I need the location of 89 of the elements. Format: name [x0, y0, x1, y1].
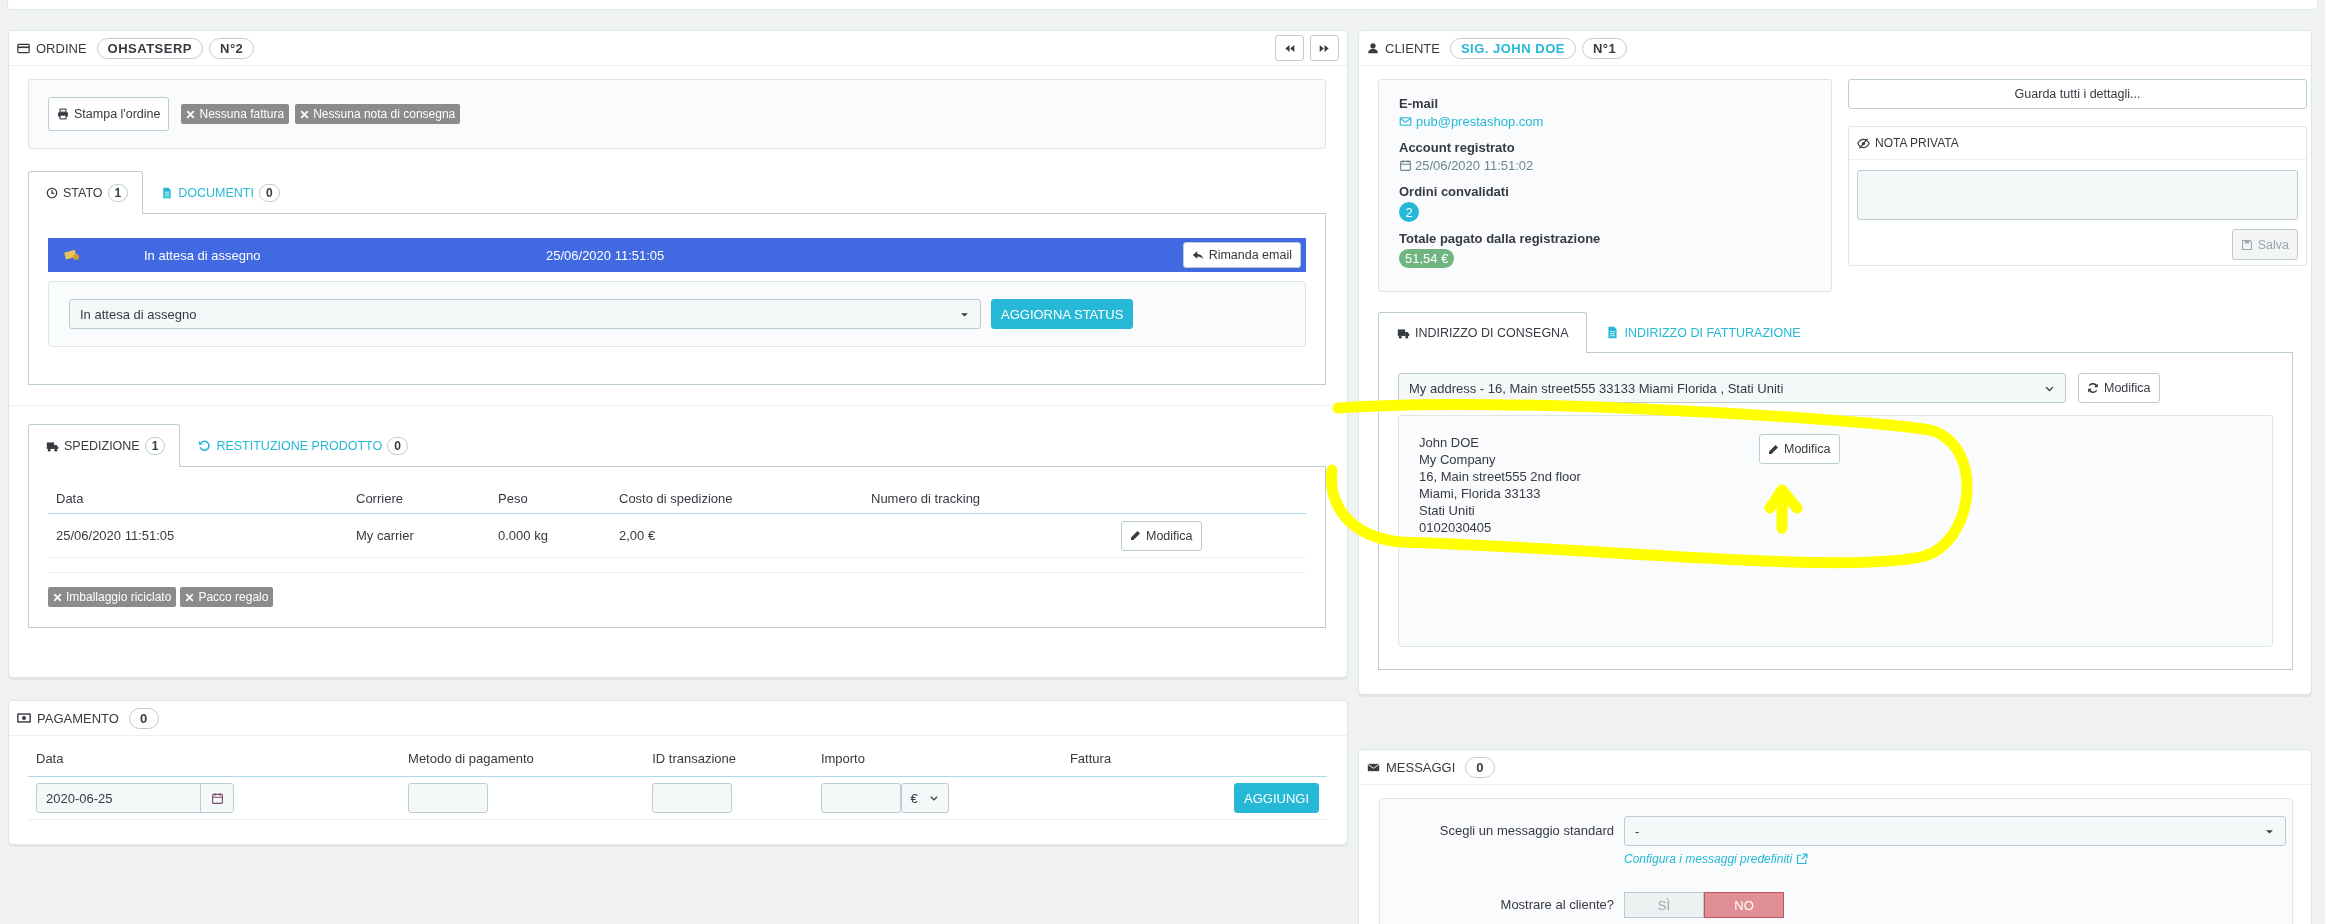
amount-field[interactable]: [820, 783, 901, 813]
tab[interactable]: RESTITUZIONE PRODOTTO 0: [180, 424, 423, 466]
truck-icon: [46, 439, 59, 453]
tab[interactable]: SPEDIZIONE 1: [28, 424, 181, 467]
document-icon: [1606, 326, 1620, 339]
address-line: 0102030405: [1419, 519, 1493, 536]
column-header: Data: [48, 483, 348, 514]
edit-button[interactable]: Modifica: [1121, 520, 1202, 551]
details-button[interactable]: Guarda tutti i dettagli...: [1848, 79, 2307, 109]
column-header: Costo di spedizione: [611, 483, 863, 514]
clock-icon: [46, 187, 58, 199]
column-header: Data: [28, 740, 401, 777]
field-label: Mostrare al cliente?: [1499, 896, 1614, 914]
field-value: 25/06/2020 11:51:02: [1399, 158, 1534, 173]
hidden-eye-icon: [1857, 136, 1870, 150]
status-name: In attesa di assegno: [144, 247, 262, 263]
currency-select[interactable]: €: [900, 783, 949, 813]
table-cell: My carrier: [356, 528, 414, 543]
column-header: ID transazione: [644, 740, 813, 777]
panel-title: PAGAMENTO: [37, 710, 119, 726]
envelope-icon: [1399, 115, 1412, 128]
field-label: Ordini convalidati: [1399, 184, 1510, 199]
table-cell: 2,00 €: [619, 528, 656, 543]
field-label: Totale pagato dalla registrazione: [1399, 231, 1602, 246]
panel-title: ORDINE: [36, 40, 87, 56]
column-header: Numero di tracking: [863, 483, 1113, 514]
address-line: John DOE: [1419, 434, 1480, 451]
next-order-button[interactable]: [1310, 35, 1339, 61]
table-cell: 25/06/2020 11:51:05: [56, 528, 175, 543]
address-line: 16, Main street555 2nd floor: [1419, 468, 1582, 485]
message-select[interactable]: -: [1624, 816, 2286, 846]
undo-icon: [198, 439, 212, 452]
previous-order-button[interactable]: [1275, 35, 1304, 61]
field-label: Account registrato: [1399, 140, 1516, 155]
address-line: My Company: [1419, 451, 1497, 468]
external-icon: [1796, 853, 1809, 865]
reply-icon: [1191, 249, 1204, 261]
address-select[interactable]: My address - 16, Main street555 33133 Miami Florida , Stati Uniti: [1398, 373, 2066, 403]
address-line: Stati Uniti: [1419, 502, 1476, 519]
column-header: Corriere: [348, 483, 490, 514]
document-icon: [161, 186, 174, 199]
column-header: Fattura: [1061, 740, 1226, 777]
field-label: Scegli un messaggio standard: [1438, 822, 1614, 840]
table-cell: 0.000 kg: [498, 528, 548, 543]
amount-badge: 51,54 €: [1399, 249, 1455, 268]
edit-button[interactable]: Modifica: [1759, 434, 1840, 464]
refresh-icon: [2087, 382, 2099, 394]
print-order-button[interactable]: Stampa l'ordine: [48, 97, 170, 131]
money-icon: [17, 711, 31, 725]
cash-icon: [64, 247, 80, 263]
close-icon: [185, 592, 195, 602]
pencil-icon: [1768, 443, 1779, 455]
tab[interactable]: DOCUMENTI 0: [143, 171, 295, 213]
print-icon: [57, 108, 69, 120]
option-badge: Pacco regalo: [180, 587, 274, 607]
note-title: NOTA PRIVATA: [1875, 136, 1959, 150]
tab[interactable]: INDIRIZZO DI CONSEGNA: [1378, 312, 1588, 353]
save-icon: [2240, 238, 2253, 251]
close-icon: [53, 592, 62, 602]
status-select[interactable]: In attesa di assegno: [69, 299, 981, 329]
user-icon: [1367, 42, 1379, 54]
option-badge: Imballaggio riciclato: [48, 587, 177, 607]
credit-card-icon: [17, 41, 30, 55]
column-header: Importo: [812, 740, 1062, 777]
pencil-icon: [1130, 530, 1141, 541]
input-field[interactable]: [652, 783, 733, 813]
truck-icon: [1397, 326, 1410, 340]
panel-title: MESSAGGI: [1386, 759, 1456, 775]
rewind-icon: [1284, 42, 1295, 54]
column-header: Peso: [490, 483, 611, 514]
change-address-button[interactable]: Modifica: [2078, 373, 2160, 403]
column-header: Metodo di pagamento: [400, 740, 645, 777]
status-badge: Nessuna fattura: [181, 104, 290, 124]
field-label: E-mail: [1399, 96, 1439, 111]
status-date: 25/06/2020 11:51:05: [546, 247, 666, 263]
tab[interactable]: STATO 1: [28, 171, 144, 214]
date-field[interactable]: 2020-06-25: [36, 783, 234, 813]
close-icon: [186, 109, 196, 119]
note-field[interactable]: [1857, 170, 2298, 220]
panel-title: CLIENTE: [1385, 40, 1440, 56]
close-icon: [300, 109, 310, 119]
calendar-icon: [210, 791, 224, 805]
count-badge: 2: [1399, 202, 1419, 222]
input-field[interactable]: [408, 783, 489, 813]
status-badge: Nessuna nota di consegna: [295, 104, 461, 124]
chevron-icon: [929, 793, 940, 803]
calendar-icon: [1399, 159, 1412, 172]
address-line: Miami, Florida 33133: [1419, 485, 1542, 502]
resend-email-button[interactable]: Rimanda email: [1182, 242, 1301, 268]
